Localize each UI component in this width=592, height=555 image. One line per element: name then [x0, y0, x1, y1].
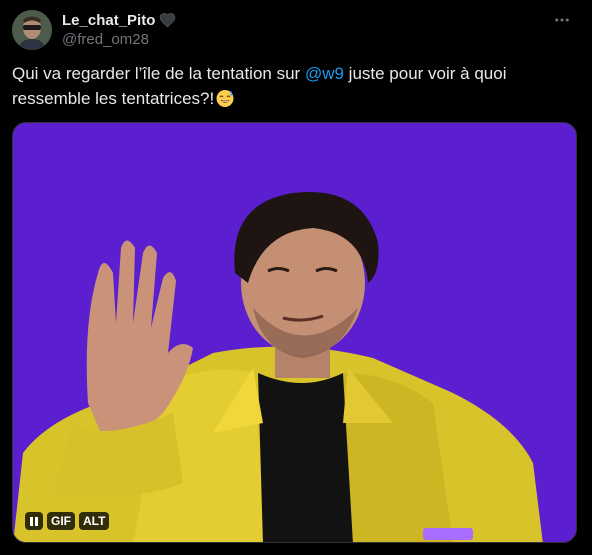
tweet: Le_chat_Pito @fred_om28 Qui va regarder …: [0, 0, 592, 555]
tweet-text: Qui va regarder l’île de la tentation su…: [12, 61, 572, 111]
pause-icon: [30, 516, 33, 526]
author-display-name[interactable]: Le_chat_Pito: [62, 12, 155, 29]
gif-frame-image: [13, 123, 576, 542]
pause-button[interactable]: [25, 512, 43, 530]
author-handle[interactable]: @fred_om28: [62, 31, 176, 48]
alt-text-button[interactable]: ALT: [79, 512, 110, 530]
tweet-text-part: Qui va regarder l’île de la tentation su…: [12, 64, 305, 83]
pause-icon: [35, 516, 38, 526]
tweet-header: Le_chat_Pito @fred_om28: [12, 8, 580, 52]
mention-link[interactable]: @w9: [305, 64, 344, 83]
black-heart-icon: [159, 12, 176, 28]
media-controls: GIF ALT: [25, 512, 110, 530]
sweat-smile-emoji-icon: [215, 88, 235, 108]
gif-media[interactable]: GIF ALT: [12, 122, 577, 543]
more-options-button[interactable]: [548, 10, 576, 30]
more-dots-icon: [555, 18, 569, 22]
gif-badge: GIF: [47, 512, 75, 530]
avatar[interactable]: [12, 10, 52, 50]
author-names: Le_chat_Pito @fred_om28: [62, 10, 176, 48]
